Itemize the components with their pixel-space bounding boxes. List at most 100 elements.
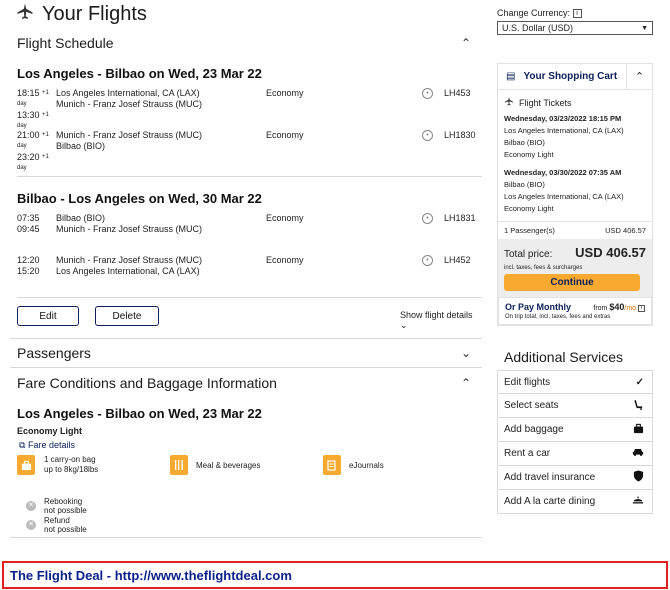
main-content: Flight Schedule ⌃ Los Angeles - Bilbao o… xyxy=(10,30,482,538)
chevron-down-icon: ⌄ xyxy=(400,320,408,330)
footer-text[interactable]: The Flight Deal - http://www.theflightde… xyxy=(10,568,292,583)
passengers-title: Passengers xyxy=(17,345,91,361)
return-date: Wednesday, 03/30/2022 07:35 AM xyxy=(504,168,622,178)
flight-number: LH1831 xyxy=(444,213,476,223)
taxes-note: incl. taxes, fees & surcharges xyxy=(504,265,583,272)
cart-icon: ▤ xyxy=(506,71,516,83)
services-list: Edit flights ✓ Select seats Add baggage … xyxy=(497,370,653,515)
total-label: Total price: xyxy=(504,249,553,261)
info-icon[interactable]: i xyxy=(572,9,582,19)
additional-services-title: Additional Services xyxy=(504,349,624,366)
segment-airports: Bilbao (BIO) Munich - Franz Josef Straus… xyxy=(56,213,203,234)
schedule-actions: Edit Delete Show flight details ⌄ xyxy=(10,298,482,334)
edit-button[interactable]: Edit xyxy=(17,306,79,326)
segment-airports: Munich - Franz Josef Strauss (MUC) Los A… xyxy=(56,255,203,276)
footer-banner: The Flight Deal - http://www.theflightde… xyxy=(2,561,668,589)
fare-name: Economy Light xyxy=(17,426,82,436)
flight-number: LH452 xyxy=(444,255,471,265)
sidebar: Change Currency: i U.S. Dollar (USD) ▼ ▤… xyxy=(497,8,653,515)
chevron-up-icon[interactable]: ⌃ xyxy=(458,376,474,390)
journal-icon xyxy=(323,455,341,475)
tickets-title: Flight Tickets xyxy=(498,90,652,111)
dining-icon xyxy=(632,495,644,509)
total-value: USD 406.57 xyxy=(575,245,646,261)
outbound-date: Wednesday, 03/23/2022 18:15 PM xyxy=(504,114,622,124)
segment-times: 07:35 09:45 xyxy=(17,213,40,234)
service-rent-car[interactable]: Rent a car xyxy=(497,442,653,467)
fare-conditions-header[interactable]: Fare Conditions and Baggage Information … xyxy=(10,368,482,398)
flight-schedule-header[interactable]: Flight Schedule ⌃ xyxy=(10,30,482,56)
outbound-fare: Economy Light xyxy=(504,150,554,160)
not-allowed-icon: ✕ xyxy=(26,520,36,530)
flight-segment: 12:20 15:20 Munich - Franz Josef Strauss… xyxy=(10,255,482,281)
dropdown-arrow-icon: ▼ xyxy=(641,24,648,32)
page-header: Your Flights xyxy=(16,2,147,26)
route-title: Los Angeles - Bilbao on Wed, 23 Mar 22 xyxy=(17,66,262,81)
fare-route-title: Los Angeles - Bilbao on Wed, 23 Mar 22 xyxy=(17,406,262,421)
pay-monthly[interactable]: Or Pay Monthly from $40/mo i On trip tot… xyxy=(498,297,652,326)
route-title: Bilbao - Los Angeles on Wed, 30 Mar 22 xyxy=(17,191,262,206)
page-title: Your Flights xyxy=(42,2,147,25)
fare-conditions-title: Fare Conditions and Baggage Information xyxy=(17,375,277,391)
meal-benefit: Meal & beverages xyxy=(170,455,260,475)
clock-icon[interactable]: • xyxy=(422,130,433,141)
flight-segment: 18:15 +1 day 13:30 +1 day Los Angeles In… xyxy=(10,88,482,129)
info-icon[interactable]: i xyxy=(638,304,645,312)
clock-icon[interactable]: • xyxy=(422,255,433,266)
divider xyxy=(10,537,482,538)
total-price-box: Total price: USD 406.57 incl. taxes, fee… xyxy=(498,239,652,298)
not-allowed-icon: ✕ xyxy=(26,501,36,511)
delete-button[interactable]: Delete xyxy=(95,306,159,326)
meal-icon xyxy=(170,455,188,475)
ejournals-benefit: eJournals xyxy=(323,455,384,475)
segment-airports: Munich - Franz Josef Strauss (MUC) Bilba… xyxy=(56,130,203,151)
service-add-baggage[interactable]: Add baggage xyxy=(497,418,653,443)
flight-segment: 21:00 +1 day 23:20 +1 day Munich - Franz… xyxy=(10,130,482,171)
segment-cabin: Economy xyxy=(266,130,304,140)
car-icon xyxy=(632,447,644,460)
segment-cabin: Economy xyxy=(266,255,304,265)
segment-cabin: Economy xyxy=(266,213,304,223)
segment-airports: Los Angeles International, CA (LAX) Muni… xyxy=(56,88,203,109)
passengers-header[interactable]: Passengers ⌄ xyxy=(10,339,482,367)
flight-number: LH1830 xyxy=(444,130,476,140)
continue-button[interactable]: Continue xyxy=(504,274,640,292)
fare-details-link[interactable]: ⧉ Fare details xyxy=(10,440,482,451)
check-icon: ✓ xyxy=(635,376,644,388)
flight-number: LH453 xyxy=(444,88,471,98)
chevron-up-icon[interactable]: ⌃ xyxy=(458,36,474,50)
airplane-icon xyxy=(504,96,514,109)
return-from: Bilbao (BIO) xyxy=(504,180,545,190)
return-to: Los Angeles International, CA (LAX) xyxy=(504,192,624,202)
cart-header[interactable]: ▤ Your Shopping Cart ⌃ xyxy=(498,63,652,91)
service-select-seats[interactable]: Select seats xyxy=(497,394,653,419)
show-flight-details-link[interactable]: Show flight details ⌄ xyxy=(400,310,482,331)
outbound-from: Los Angeles International, CA (LAX) xyxy=(504,126,624,136)
seat-icon xyxy=(633,399,644,413)
bag-icon xyxy=(17,455,35,475)
chevron-up-icon[interactable]: ⌃ xyxy=(626,63,652,90)
currency-select[interactable]: U.S. Dollar (USD) ▼ xyxy=(497,21,653,36)
rebooking-condition: ✕ Rebooking not possible xyxy=(10,497,482,515)
currency-label: Change Currency: i xyxy=(497,8,653,19)
segment-times: 12:20 15:20 xyxy=(17,255,40,276)
clock-icon[interactable]: • xyxy=(422,88,433,99)
external-link-icon: ⧉ xyxy=(19,440,26,450)
return-fare: Economy Light xyxy=(504,204,554,214)
service-edit-flights[interactable]: Edit flights ✓ xyxy=(497,370,653,395)
outbound-to: Bilbao (BIO) xyxy=(504,138,545,148)
divider xyxy=(17,176,482,177)
chevron-down-icon[interactable]: ⌄ xyxy=(458,346,474,360)
service-travel-insurance[interactable]: Add travel insurance xyxy=(497,466,653,491)
flight-segment: 07:35 09:45 Bilbao (BIO) Munich - Franz … xyxy=(10,213,482,239)
airplane-icon xyxy=(16,2,34,26)
refund-condition: ✕ Refund not possible xyxy=(10,516,482,534)
segment-cabin: Economy xyxy=(266,88,304,98)
clock-icon[interactable]: • xyxy=(422,213,433,224)
flight-schedule-title: Flight Schedule xyxy=(17,35,114,51)
service-dining[interactable]: Add A la carte dining xyxy=(497,490,653,515)
segment-times: 18:15 +1 day 13:30 +1 day xyxy=(17,88,49,129)
carry-on-benefit: 1 carry-on bag up to 8kg/18lbs xyxy=(17,455,98,475)
segment-times: 21:00 +1 day 23:20 +1 day xyxy=(17,130,49,171)
passenger-price-row: 1 Passenger(s) USD 406.57 xyxy=(498,221,652,239)
